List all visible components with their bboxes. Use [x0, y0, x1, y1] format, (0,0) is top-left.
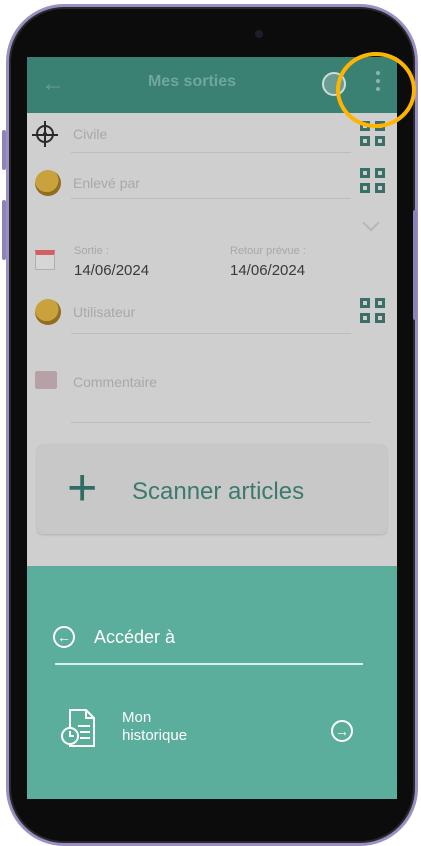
utilisateur-row: Utilisateur [27, 294, 397, 334]
civil-field[interactable]: Civile [73, 126, 107, 142]
arrow-left-icon[interactable]: ← [41, 70, 65, 98]
history-document-icon [60, 708, 96, 748]
arrow-left-circle-icon[interactable]: ← [53, 626, 75, 648]
target-icon-cross [44, 121, 46, 147]
phone-side-button-right [413, 210, 417, 320]
phone-side-button-top [2, 130, 6, 170]
divider [71, 333, 351, 334]
comment-edit-icon [35, 371, 57, 389]
historique-label-line1[interactable]: Mon [122, 709, 151, 726]
divider [55, 663, 363, 665]
divider [71, 198, 351, 199]
retour-label: Retour prévue : [230, 245, 306, 257]
enleve-row: Enlevé par [27, 165, 397, 205]
phone-side-button-mid [2, 200, 6, 260]
user-gear-icon [35, 170, 61, 196]
scan-articles-button[interactable]: + Scanner articles [37, 444, 387, 534]
divider [71, 152, 351, 153]
commentaire-row: Commentaire [27, 367, 397, 427]
retour-date[interactable]: 14/06/2024 [230, 262, 305, 279]
front-camera [255, 30, 263, 38]
utilisateur-field[interactable]: Utilisateur [73, 304, 135, 320]
commentaire-field[interactable]: Commentaire [73, 374, 157, 390]
enleve-field[interactable]: Enlevé par [73, 175, 140, 191]
calendar-icon [35, 250, 55, 270]
historique-label-line2[interactable]: historique [122, 727, 187, 744]
bottom-sheet: ← Accéder à Mon historique → [27, 566, 397, 799]
page-title: Mes sorties [147, 73, 237, 90]
chevron-down-icon[interactable] [362, 214, 380, 232]
app-screen: ← Mes sorties Civile Enlevé par Sortie :… [27, 57, 397, 799]
dates-row: Sortie : 14/06/2024 Retour prévue : 14/0… [27, 242, 397, 287]
civil-row: Civile [27, 119, 397, 159]
arrow-right-circle-icon[interactable]: → [331, 720, 353, 742]
acceder-label[interactable]: Accéder à [94, 627, 175, 648]
sortie-label: Sortie : [74, 245, 109, 257]
scan-articles-label: Scanner articles [132, 478, 305, 505]
sortie-date[interactable]: 14/06/2024 [74, 262, 149, 279]
qr-code-icon[interactable] [360, 298, 388, 326]
plus-icon: + [67, 459, 98, 517]
qr-code-icon[interactable] [360, 168, 388, 196]
highlight-ring [336, 52, 416, 128]
user-gear-icon [35, 299, 61, 325]
divider [71, 422, 371, 423]
